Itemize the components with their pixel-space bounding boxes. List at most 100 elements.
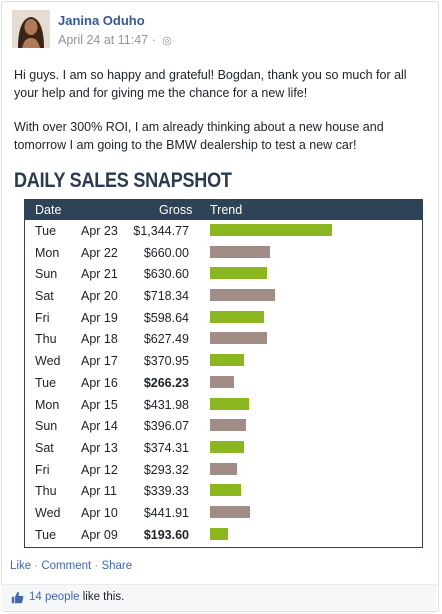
post-header: Janina Oduho April 24 at 11:47 · ◎ [12, 10, 432, 50]
row-gross: $370.95 [143, 354, 189, 369]
table-row: Tue Apr 16 $266.23 [25, 372, 422, 394]
table-row: Thu Apr 18 $627.49 [25, 328, 422, 350]
table-row: Wed Apr 10 $441.91 [25, 502, 422, 524]
table-row: Sat Apr 13 $374.31 [25, 437, 422, 459]
likes-summary: 14 people like this. [29, 591, 124, 603]
table-row: Fri Apr 19 $598.64 [25, 307, 422, 329]
action-separator: · [91, 560, 102, 572]
likes-count-link[interactable]: 14 people [29, 591, 80, 603]
trend-bar [210, 354, 244, 367]
row-gross: $598.64 [143, 310, 189, 325]
table-row: Wed Apr 17 $370.95 [25, 350, 422, 372]
row-day: Wed [35, 505, 61, 520]
table-row: Sun Apr 21 $630.60 [25, 263, 422, 285]
row-day: Tue [35, 527, 57, 542]
trend-bar [210, 505, 250, 518]
header-date: Date [35, 203, 62, 217]
row-date: Apr 23 [81, 224, 118, 238]
table-header: Date Gross Trend [25, 200, 422, 220]
header-gross: Gross [159, 203, 193, 217]
trend-bar [210, 224, 332, 236]
row-day: Tue [35, 224, 57, 238]
row-day: Thu [35, 484, 57, 499]
trend-bar [210, 267, 267, 280]
row-date: Apr 15 [81, 397, 118, 412]
row-date: Apr 16 [81, 375, 118, 390]
row-gross: $718.34 [143, 289, 189, 304]
row-date: Apr 21 [81, 267, 118, 282]
globe-icon[interactable]: ◎ [162, 34, 172, 47]
post-paragraph-2: With over 300% ROI, I am already thinkin… [14, 120, 384, 152]
trend-bar [210, 397, 249, 410]
table-row: Fri Apr 12 $293.32 [25, 459, 422, 481]
row-date: Apr 09 [81, 527, 118, 542]
row-gross: $193.60 [143, 527, 189, 542]
row-day: Tue [35, 375, 57, 390]
post-paragraph-1: Hi guys. I am so happy and grateful! Bog… [14, 68, 407, 100]
avatar[interactable] [12, 10, 50, 48]
trend-bar [210, 527, 228, 540]
trend-bar [210, 245, 270, 258]
table-row: Sun Apr 14 $396.07 [25, 415, 422, 437]
row-day: Mon [35, 397, 60, 412]
like-link[interactable]: Like [10, 560, 31, 572]
row-day: Sat [35, 440, 54, 455]
row-date: Apr 17 [81, 354, 118, 369]
likes-bar: 14 people like this. [1, 585, 437, 610]
row-date: Apr 10 [81, 505, 118, 520]
trend-bar [210, 375, 234, 388]
row-day: Mon [35, 245, 60, 260]
table-row: Thu Apr 11 $339.33 [25, 480, 422, 502]
row-gross: $266.23 [143, 375, 189, 390]
row-gross: $431.98 [143, 397, 189, 412]
post-actions: Like · Comment · Share [10, 560, 132, 572]
post-card: Janina Oduho April 24 at 11:47 · ◎ Hi gu… [1, 1, 439, 612]
thumbs-up-icon [11, 591, 24, 604]
snapshot-title: DAILY SALES SNAPSHOT [14, 169, 232, 192]
post-meta: April 24 at 11:47 · ◎ [58, 33, 172, 47]
row-day: Sun [35, 267, 58, 282]
row-date: Apr 18 [81, 332, 118, 347]
likes-suffix: like this. [79, 591, 125, 603]
row-day: Fri [35, 462, 50, 477]
meta-separator: · [151, 33, 160, 47]
avatar-image [12, 10, 50, 48]
row-gross: $660.00 [143, 245, 189, 260]
row-date: Apr 12 [81, 462, 118, 477]
trend-bar [210, 332, 267, 345]
row-day: Thu [35, 332, 57, 347]
row-day: Sat [35, 289, 54, 304]
row-gross: $374.31 [143, 440, 189, 455]
row-gross: $630.60 [143, 267, 189, 282]
table-body: Tue Apr 23 $1,344.77 Mon Apr 22 $660.00 Sun Apr… [25, 220, 422, 545]
row-date: Apr 14 [81, 419, 118, 434]
row-gross: $339.33 [143, 484, 189, 499]
sales-table: Date Gross Trend Tue Apr 23 $1,344.77 Mon Ap… [24, 199, 423, 548]
row-date: Apr 19 [81, 310, 118, 325]
table-row: Mon Apr 22 $660.00 [25, 242, 422, 264]
trend-bar [210, 484, 241, 497]
trend-bar [210, 310, 264, 323]
post-timestamp[interactable]: April 24 at 11:47 [58, 33, 148, 47]
trend-bar [210, 440, 244, 453]
action-separator: · [31, 560, 42, 572]
share-link[interactable]: Share [101, 560, 132, 572]
row-gross: $293.32 [143, 462, 189, 477]
row-day: Fri [35, 310, 50, 325]
table-row: Mon Apr 15 $431.98 [25, 394, 422, 416]
header-trend: Trend [210, 203, 243, 217]
comment-link[interactable]: Comment [41, 560, 91, 572]
trend-bar [210, 462, 237, 475]
table-row: Tue Apr 23 $1,344.77 [25, 220, 422, 242]
row-day: Wed [35, 354, 61, 369]
row-date: Apr 13 [81, 440, 118, 455]
trend-bar [210, 419, 246, 432]
row-day: Sun [35, 419, 58, 434]
table-row: Sat Apr 20 $718.34 [25, 285, 422, 307]
row-gross: $396.07 [143, 419, 189, 434]
row-date: Apr 11 [81, 484, 117, 499]
row-gross: $441.91 [143, 505, 189, 520]
row-date: Apr 22 [81, 245, 118, 260]
row-date: Apr 20 [81, 289, 118, 304]
author-name[interactable]: Janina Oduho [58, 13, 145, 28]
